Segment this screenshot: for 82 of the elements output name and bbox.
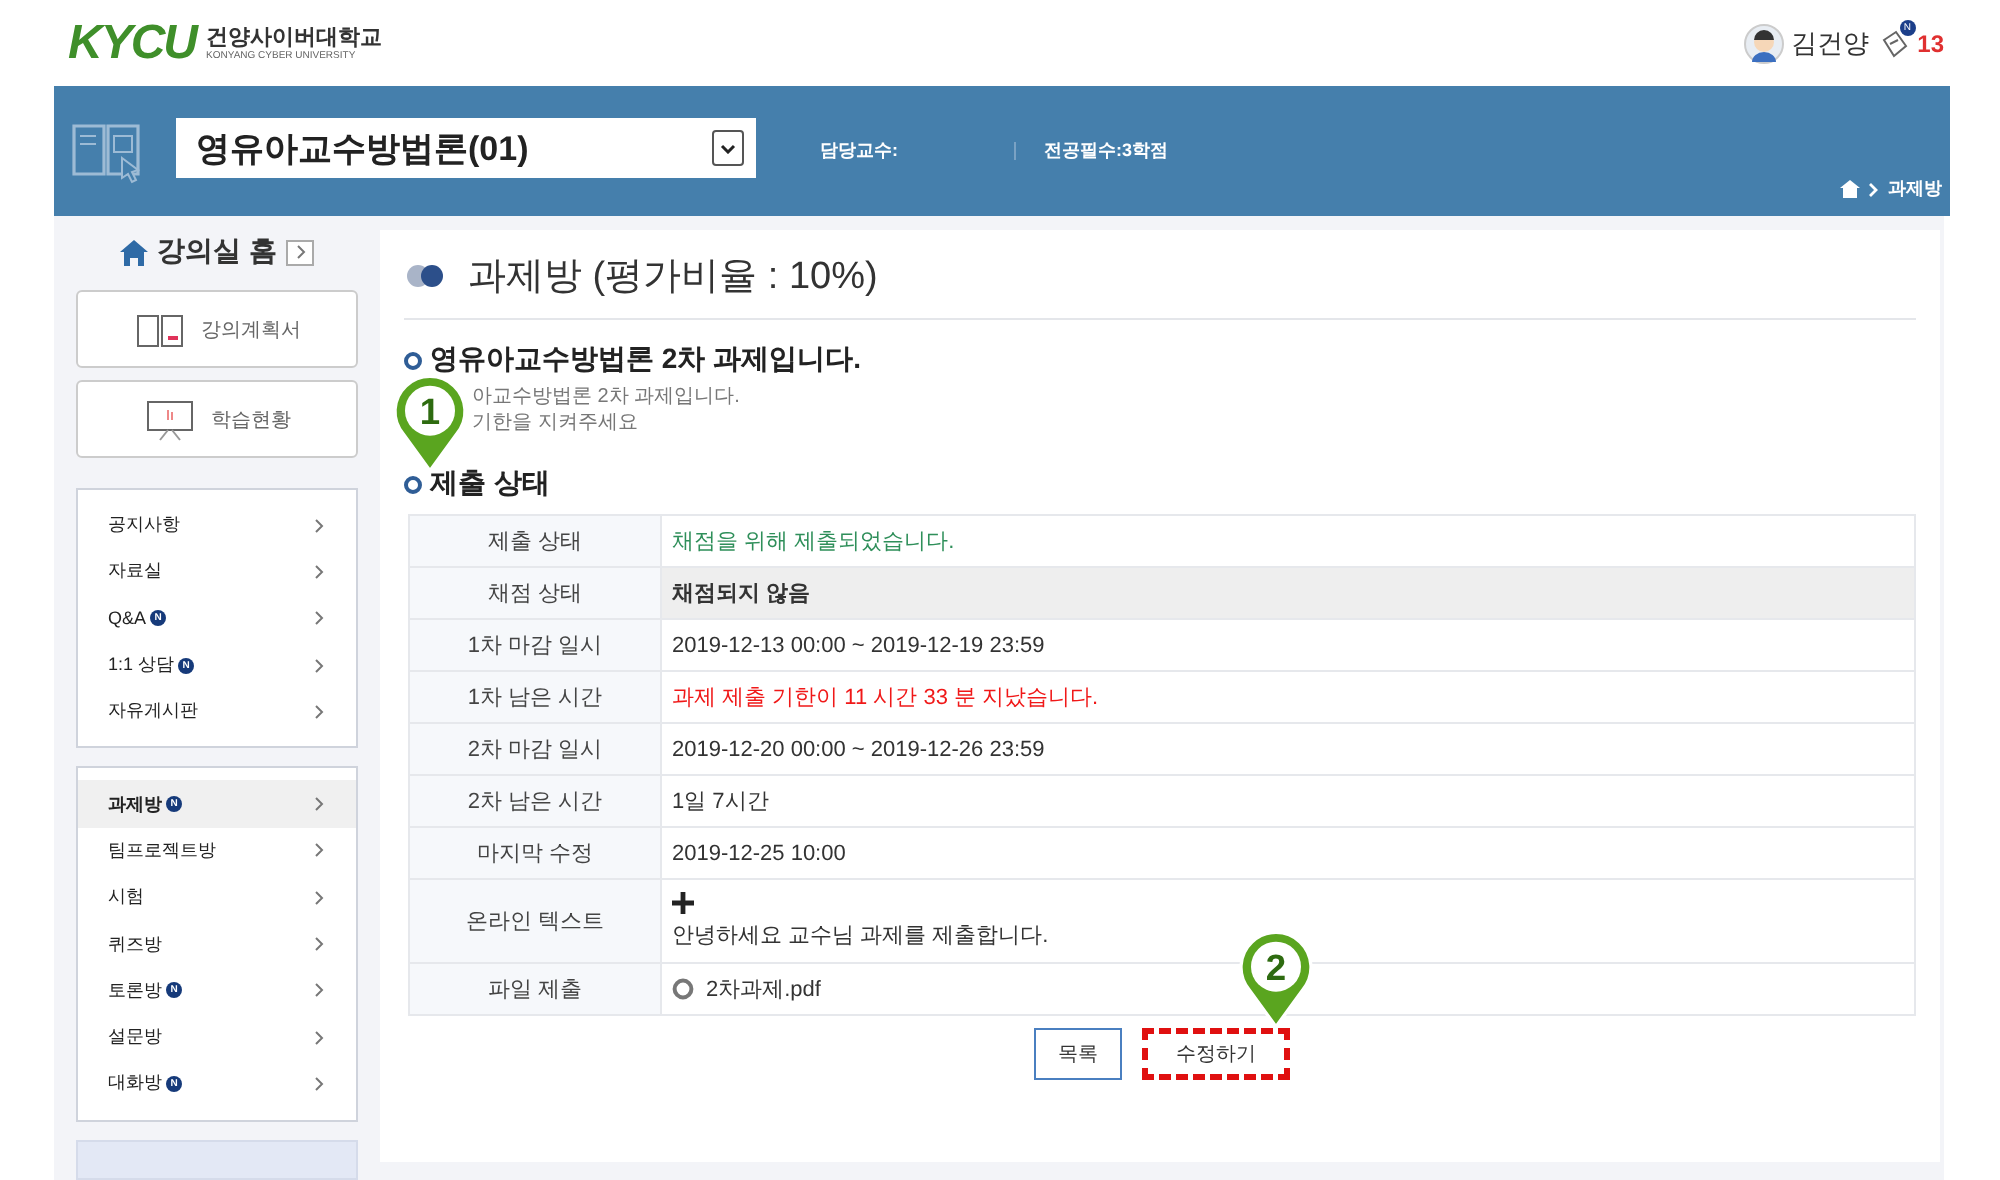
menu-item[interactable]: 설문방 — [78, 1013, 356, 1061]
home-icon[interactable] — [1840, 180, 1860, 198]
menu-item[interactable]: 시험 — [78, 874, 356, 921]
menu-label: 시험 — [108, 884, 144, 911]
circles-icon — [404, 264, 448, 288]
plus-icon — [672, 892, 694, 914]
menu-item[interactable]: 팀프로젝트방 — [78, 827, 356, 875]
chevron-icon — [312, 563, 324, 580]
avatar-icon[interactable] — [1743, 23, 1784, 63]
overdue-text: 과제 제출 기한이 11 시간 33 분 지났습니다. — [672, 686, 1099, 710]
menu-item[interactable]: 자료실 — [78, 548, 356, 596]
list-button[interactable]: 목록 — [1034, 1028, 1122, 1080]
menu-label: 자유게시판 — [108, 698, 198, 725]
logo[interactable]: KYCU — [68, 15, 197, 71]
menu-item[interactable]: 자유게시판 — [78, 688, 356, 735]
school-name: 건양사이버대학교 — [206, 25, 383, 49]
user-name[interactable]: 김건양 — [1791, 25, 1870, 61]
sidebar-button[interactable]: 학습현황 — [76, 380, 358, 458]
chevron-icon — [312, 610, 324, 627]
home-icon — [119, 239, 148, 265]
page-title: 과제방 (평가비율 : 10%) — [468, 254, 878, 302]
table-cell-text: 채점되지 않음 — [672, 582, 811, 606]
table-cell-text: 2019-12-20 00:00 ~ 2019-12-26 23:59 — [672, 737, 1045, 761]
menu-label: 설문방 — [108, 1024, 162, 1051]
expand-button[interactable] — [286, 239, 315, 265]
course-select[interactable]: 영유아교수방법론(01) — [176, 118, 756, 178]
chevron-icon — [312, 982, 324, 999]
menu-label: 자료실 — [108, 558, 162, 585]
chevron-icon — [312, 1029, 324, 1046]
assignment-description: 아교수방법론 2차 과제입니다. — [472, 384, 742, 410]
row-label: 1차 남은 시간 — [409, 671, 661, 723]
chevron-icon — [312, 936, 324, 953]
chevron-icon — [312, 889, 324, 906]
menu-label: 과제방 — [108, 791, 162, 818]
notification-count: 13 — [1917, 29, 1944, 57]
chevron-icon — [312, 842, 324, 859]
chevron-icon — [312, 517, 324, 534]
professor-label: 담당교수: — [820, 138, 898, 164]
menu-label: Q&A — [108, 608, 147, 629]
board-icon — [143, 397, 195, 441]
row-label: 2차 마감 일시 — [409, 723, 661, 775]
row-label: 2차 남은 시간 — [409, 775, 661, 827]
marker-pin: 2 — [1236, 930, 1316, 1030]
chevron-icon — [312, 1075, 324, 1092]
table-cell-text: 2019-12-13 00:00 ~ 2019-12-19 23:59 — [672, 633, 1045, 657]
classroom-home-link[interactable]: 강의실 홈 — [157, 234, 277, 270]
menu-label: 대화방 — [108, 1070, 162, 1097]
row-label: 제출 상태 — [409, 515, 661, 567]
chevron-icon — [312, 703, 324, 720]
row-label: 채점 상태 — [409, 567, 661, 619]
bullet-icon — [404, 351, 422, 369]
row-label: 1차 마감 일시 — [409, 619, 661, 671]
assignment-description: 기한을 지켜주세요 — [472, 410, 640, 436]
menu-label: 퀴즈방 — [108, 931, 162, 958]
table-cell-text: 2019-12-25 10:00 — [672, 841, 846, 865]
file-link[interactable]: 2차과제.pdf — [706, 974, 821, 1004]
status-text: 채점을 위해 제출되었습니다. — [672, 530, 955, 554]
dropdown-icon — [720, 143, 736, 153]
breadcrumb-current[interactable]: 과제방 — [1888, 176, 1942, 202]
row-label: 마지막 수정 — [409, 827, 661, 879]
note-icon[interactable] — [1877, 27, 1910, 59]
book-icon — [133, 309, 185, 349]
assignment-title: 영유아교수방법론 2차 과제입니다. — [430, 342, 861, 378]
menu-label: 팀프로젝트방 — [108, 837, 216, 864]
menu-label: 토론방 — [108, 977, 162, 1004]
chevron-icon — [312, 657, 324, 674]
sidebar-button[interactable]: 강의계획서 — [76, 290, 358, 368]
table-cell-text: 1일 7시간 — [672, 790, 769, 814]
menu-item[interactable]: 퀴즈방 — [78, 920, 356, 968]
online-text: 안녕하세요 교수님 과제를 제출합니다. — [672, 922, 1051, 950]
row-label: 파일 제출 — [409, 963, 661, 1015]
menu-label: 1:1 상담 — [108, 652, 175, 679]
credit-info: 전공필수:3학점 — [1044, 138, 1169, 164]
menu-label: 공지사항 — [108, 512, 180, 539]
chevron-icon — [1868, 181, 1880, 197]
file-icon — [672, 978, 694, 1000]
chevron-icon — [312, 796, 324, 813]
edit-button[interactable]: 수정하기 — [1142, 1028, 1290, 1080]
menu-item[interactable]: 공지사항 — [78, 502, 356, 549]
row-label: 온라인 텍스트 — [409, 879, 661, 963]
chevron-icon — [294, 244, 307, 260]
bullet-icon — [404, 475, 422, 493]
